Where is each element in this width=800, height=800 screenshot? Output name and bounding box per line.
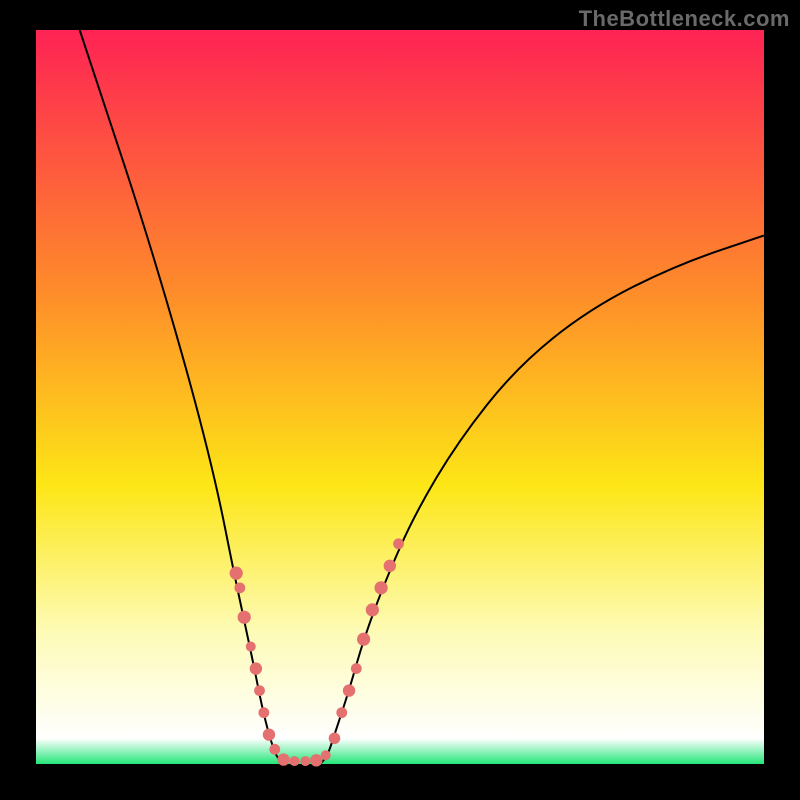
marker-point xyxy=(238,611,251,624)
chart-svg xyxy=(0,0,800,800)
marker-point xyxy=(336,707,347,718)
marker-point xyxy=(269,744,280,755)
marker-point xyxy=(254,685,265,696)
marker-point xyxy=(250,662,262,674)
marker-point xyxy=(246,642,256,652)
marker-point xyxy=(343,684,355,696)
marker-point xyxy=(357,633,370,646)
marker-point xyxy=(310,754,322,766)
marker-point xyxy=(230,567,243,580)
watermark-label: TheBottleneck.com xyxy=(579,6,790,32)
marker-point xyxy=(384,560,396,572)
marker-point xyxy=(393,538,404,549)
marker-point xyxy=(263,728,275,740)
marker-point xyxy=(321,750,331,760)
marker-point xyxy=(258,707,269,718)
marker-point xyxy=(351,663,362,674)
chart-frame: TheBottleneck.com xyxy=(0,0,800,800)
marker-point xyxy=(374,581,387,594)
marker-point xyxy=(366,603,379,616)
plot-background xyxy=(36,30,764,764)
marker-point xyxy=(277,753,289,765)
marker-point xyxy=(329,733,341,745)
marker-point xyxy=(289,756,299,766)
marker-point xyxy=(300,756,310,766)
marker-point xyxy=(234,582,245,593)
